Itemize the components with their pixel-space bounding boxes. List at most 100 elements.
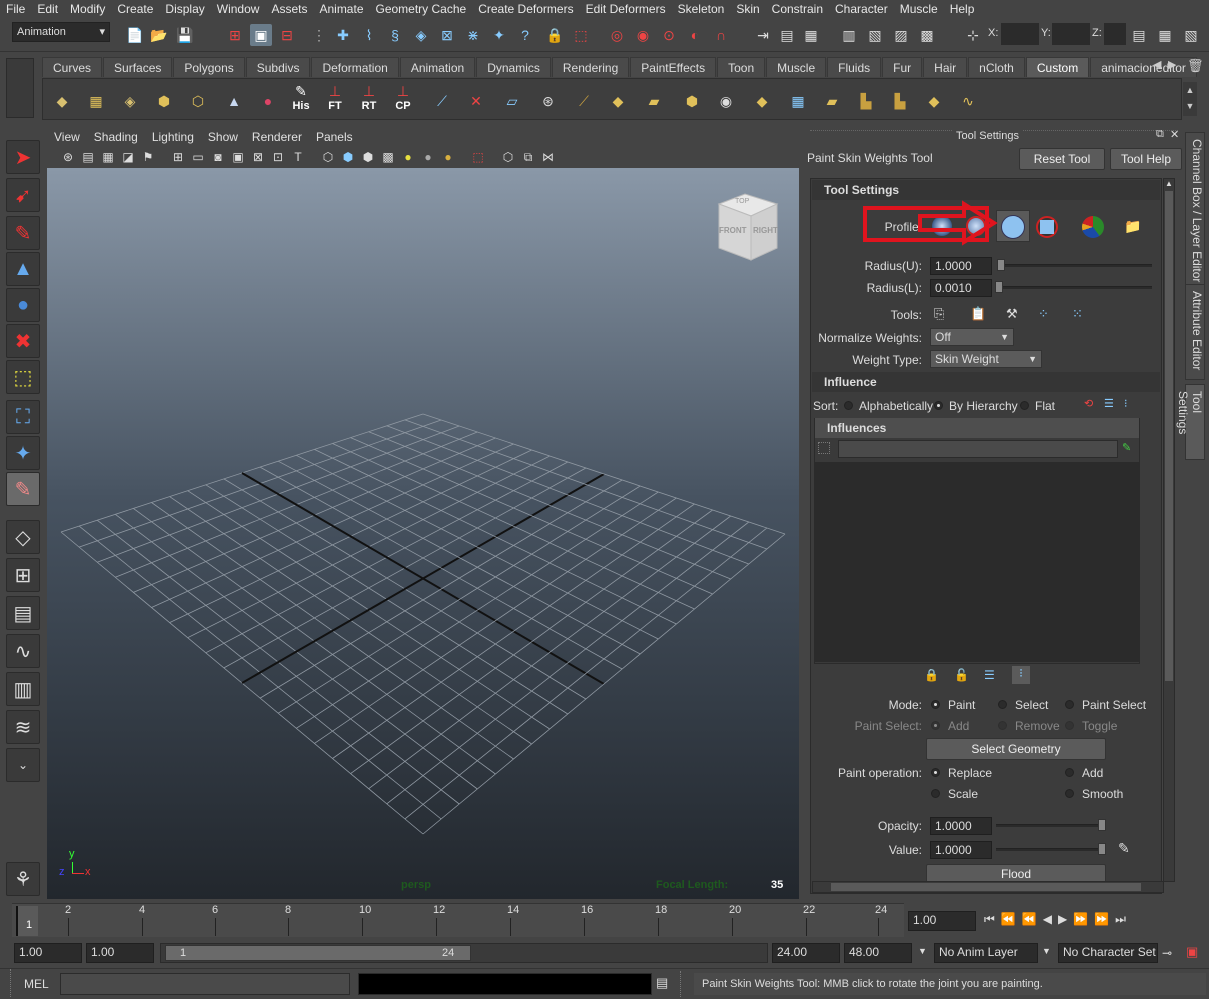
ps-toggle-radio[interactable] [1065, 721, 1074, 730]
shelf-tab-painteffects[interactable]: PaintEffects [630, 57, 717, 77]
color-picker-icon[interactable]: ✎ [1118, 840, 1130, 857]
value-slider[interactable] [996, 848, 1106, 851]
section-influence[interactable]: Influence [812, 372, 1160, 392]
shelf-tool-17-icon[interactable]: ⬢ [677, 87, 707, 115]
profile-custom-icon[interactable] [1082, 216, 1104, 238]
render-settings-icon[interactable]: ⊙ [658, 24, 680, 46]
shelf-tab-animation[interactable]: Animation [399, 57, 476, 77]
show-manipulator-icon[interactable]: ✦ [6, 436, 40, 470]
play-backward-icon[interactable]: ◀ [1043, 912, 1052, 932]
menu-edit-deformers[interactable]: Edit Deformers [580, 0, 672, 18]
select-tool-icon[interactable]: ➤ [6, 140, 40, 174]
reset-skin-pose-icon[interactable]: ⟲ [1084, 397, 1093, 410]
input-line-icon[interactable]: ⇥ [752, 24, 774, 46]
shelf-tab-hair[interactable]: Hair [923, 57, 968, 77]
opacity-field[interactable]: 1.0000 [930, 817, 992, 835]
shelf-tab-toon[interactable]: Toon [717, 57, 766, 77]
float-panel-icon[interactable]: ⧉ [1156, 128, 1164, 141]
influences-list[interactable] [815, 462, 1139, 662]
xray-components-icon[interactable]: ⋈ [537, 146, 559, 168]
filter-icon[interactable]: ⋮ [308, 24, 330, 46]
menu-file[interactable]: File [0, 0, 31, 18]
reset-tool-button[interactable]: Reset Tool [1019, 148, 1105, 170]
weight-hammer-icon[interactable]: ⚒ [1006, 306, 1018, 322]
shelf-tool-24-icon[interactable]: ◆ [919, 87, 949, 115]
mode-paint-radio[interactable] [931, 700, 940, 709]
radius-u-slider-handle[interactable] [997, 259, 1005, 271]
shelf-tool-19-icon[interactable]: ◆ [747, 87, 777, 115]
save-scene-icon[interactable]: 💾 [174, 24, 196, 46]
textured-icon[interactable]: ▩ [377, 146, 399, 168]
shelf-tab-curves[interactable]: Curves [42, 57, 103, 77]
viewport-menu-view[interactable]: View [47, 130, 87, 144]
image-plane-icon[interactable]: ◪ [117, 146, 139, 168]
hypershade-icon[interactable]: ◐ [684, 24, 706, 46]
shelf-scroll-left-icon[interactable]: ◀ [1153, 58, 1161, 71]
hscroll-thumb[interactable] [831, 883, 1141, 891]
construction-history-icon[interactable]: ⬚ [570, 24, 592, 46]
menu-modify[interactable]: Modify [64, 0, 111, 18]
radius-l-slider-handle[interactable] [995, 281, 1003, 293]
step-back-key-icon[interactable]: ⏪ [1022, 912, 1037, 932]
shelf-menu-handle[interactable] [6, 58, 34, 118]
ik-handle-icon[interactable]: ✕ [461, 87, 491, 115]
snap-live-icon[interactable]: ✦ [488, 24, 510, 46]
camera-select-icon[interactable]: ⊛ [57, 146, 79, 168]
viewport-menu-shading[interactable]: Shading [87, 130, 145, 144]
resolution-gate-icon[interactable]: ◙ [207, 146, 229, 168]
film-gate-icon[interactable]: ▭ [187, 146, 209, 168]
layout-four-icon[interactable]: ▩ [916, 24, 938, 46]
expand-list-icon[interactable]: ☰ [1104, 397, 1114, 410]
shelf-tool-22-icon[interactable]: ▙ [851, 87, 881, 115]
snap-plane-icon[interactable]: ◈ [410, 24, 432, 46]
anim-end-field[interactable]: 48.00 [844, 943, 912, 963]
radius-l-field[interactable]: 0.0010 [930, 279, 992, 297]
chevron-down-icon[interactable]: ▼ [918, 946, 927, 956]
radius-u-field[interactable]: 1.0000 [930, 257, 992, 275]
shelf-tab-muscle[interactable]: Muscle [766, 57, 827, 77]
lock-weights-icon[interactable]: 🔒 [924, 668, 939, 682]
shelf-tool-16-icon[interactable]: ▰ [639, 87, 669, 115]
shelf-tab-deformation[interactable]: Deformation [311, 57, 399, 77]
go-to-start-icon[interactable]: ⏮ [984, 912, 995, 932]
layout-four-panes-icon[interactable]: ⊞ [6, 558, 40, 592]
unlock-weights-icon[interactable]: 🔓 [954, 668, 969, 682]
viewport-menu-panels[interactable]: Panels [309, 130, 360, 144]
playback-start-field[interactable]: 1.00 [86, 943, 154, 963]
snap-grid-icon[interactable]: ✚ [332, 24, 354, 46]
shelf-tool-3-icon[interactable]: ◈ [115, 87, 145, 115]
menu-window[interactable]: Window [211, 0, 266, 18]
play-forward-icon[interactable]: ▶ [1058, 912, 1067, 932]
gate-mask-icon[interactable]: ▣ [227, 146, 249, 168]
render-icon[interactable]: ◎ [606, 24, 628, 46]
display-icon[interactable]: ▤ [776, 24, 798, 46]
bind-skin-icon[interactable]: ▱ [497, 87, 527, 115]
shelf-tool-15-icon[interactable]: ◆ [603, 87, 633, 115]
anim-layer-dropdown[interactable]: No Anim Layer [934, 943, 1038, 963]
shelf-tool-14-icon[interactable]: ⟋ [569, 87, 599, 115]
script-language-label[interactable]: MEL [24, 977, 49, 991]
filter-toggle-icon[interactable] [818, 442, 830, 454]
open-scene-icon[interactable]: 📂 [148, 24, 170, 46]
panel-vertical-scrollbar[interactable]: ▲ [1163, 178, 1175, 882]
ps-remove-radio[interactable] [998, 721, 1007, 730]
shelf-tool-7-icon[interactable]: ● [253, 87, 283, 115]
normalize-weights-dropdown[interactable]: Off ▼ [930, 328, 1014, 346]
panel-icon[interactable]: ▦ [800, 24, 822, 46]
value-slider-handle[interactable] [1098, 843, 1106, 855]
shelf-tab-dynamics[interactable]: Dynamics [476, 57, 551, 77]
wire-on-shaded-icon[interactable]: ⬢ [357, 146, 379, 168]
move-tool-icon[interactable]: ▲ [6, 252, 40, 286]
radius-u-slider[interactable] [1000, 264, 1152, 267]
layout-graph-icon[interactable]: ∿ [6, 634, 40, 668]
shelf-tool-23-icon[interactable]: ▙ [885, 87, 915, 115]
op-add-radio[interactable] [1065, 768, 1074, 777]
shelf-tab-polygons[interactable]: Polygons [173, 57, 245, 77]
viewport-menu-lighting[interactable]: Lighting [145, 130, 201, 144]
shelf-scroll[interactable]: ▲ ▼ [1183, 82, 1197, 116]
show-influences-icon[interactable]: ⁙ [1072, 306, 1083, 322]
rotate-tool-icon[interactable]: ● [6, 288, 40, 322]
menu-animate[interactable]: Animate [313, 0, 369, 18]
manipulator-tool-icon[interactable]: ⬚ [6, 360, 40, 394]
menu-help[interactable]: Help [944, 0, 981, 18]
